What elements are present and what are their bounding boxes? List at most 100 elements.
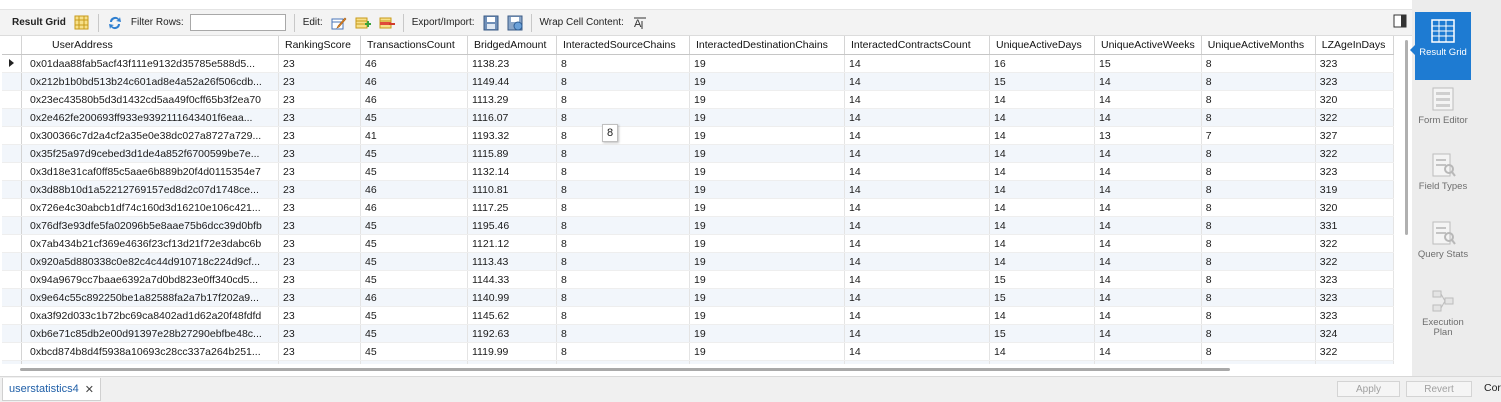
cell-bridgedamount[interactable]: 1121.12 [467,234,557,253]
cell-lzageindays[interactable]: 320 [1315,198,1394,217]
row-indicator[interactable] [2,324,22,343]
cell-interacteddestinationchains[interactable]: 19 [689,180,845,199]
cell-interacteddestinationchains[interactable]: 19 [689,270,845,289]
table-row[interactable]: 0x3d18e31caf0ff85c5aae6b889b20f4d0115354… [2,162,1394,181]
cell-rankingscore[interactable]: 23 [278,198,361,217]
cell-useraddress[interactable]: 0x300366c7d2a4cf2a35e0e38dc027a8727a729.… [21,126,279,145]
cell-interactedcontractscount[interactable]: 14 [844,108,990,127]
cell-interactedcontractscount[interactable]: 14 [844,162,990,181]
cell-transactionscount[interactable]: 45 [360,306,468,325]
cell-uniqueactiveweeks[interactable]: 14 [1094,306,1202,325]
table-row[interactable]: 0x94a9679cc7baae6392a7d0bd823e0ff340cd5.… [2,270,1394,289]
cell-interactedsourcechains[interactable]: 8 [556,90,690,109]
cell-transactionscount[interactable]: 45 [360,234,468,253]
apply-button[interactable]: Apply [1337,381,1400,397]
cell-interactedsourcechains[interactable]: 8 [556,342,690,361]
cell-uniqueactivedays[interactable]: 14 [989,108,1095,127]
cell-rankingscore[interactable]: 23 [278,360,361,364]
cell-transactionscount[interactable]: 46 [360,288,468,307]
cell-interactedcontractscount[interactable]: 14 [844,288,990,307]
cell-rankingscore[interactable]: 23 [278,216,361,235]
column-header-useraddress[interactable]: UserAddress [21,36,279,55]
vertical-scrollbar-thumb[interactable] [1405,40,1408,235]
cell-lzageindays[interactable]: 322 [1315,234,1394,253]
cell-uniqueactiveweeks[interactable]: 14 [1094,216,1202,235]
cell-lzageindays[interactable]: 319 [1315,180,1394,199]
row-indicator[interactable] [2,342,22,361]
cell-uniqueactivemonths[interactable]: 8 [1201,288,1316,307]
cell-transactionscount[interactable]: 45 [360,144,468,163]
cell-interactedcontractscount[interactable]: 14 [844,198,990,217]
table-row[interactable]: 0x300366c7d2a4cf2a35e0e38dc027a8727a729.… [2,126,1394,145]
cell-useraddress[interactable]: 0xc1c5d1aa838e180ae4a9badc8bc7844bf2b11.… [21,360,279,364]
cell-uniqueactiveweeks[interactable]: 13 [1094,126,1202,145]
cell-uniqueactivedays[interactable]: 14 [989,198,1095,217]
cell-uniqueactivemonths[interactable]: 8 [1201,72,1316,91]
cell-uniqueactivemonths[interactable]: 8 [1201,198,1316,217]
cell-interactedcontractscount[interactable]: 14 [844,72,990,91]
column-header-lzageindays[interactable]: LZAgeInDays [1315,36,1394,55]
cell-transactionscount[interactable]: 45 [360,252,468,271]
edit-row-icon[interactable] [330,14,348,32]
table-row[interactable]: 0xa3f92d033c1b72bc69ca8402ad1d62a20f48fd… [2,306,1394,325]
cell-useraddress[interactable]: 0x212b1b0bd513b24c601ad8e4a52a26f506cdb.… [21,72,279,91]
cell-uniqueactivedays[interactable]: 14 [989,252,1095,271]
cell-lzageindays[interactable]: 331 [1315,216,1394,235]
cell-useraddress[interactable]: 0x726e4c30abcb1df74c160d3d16210e106c421.… [21,198,279,217]
cell-interactedsourcechains[interactable]: 8 [556,234,690,253]
cell-uniqueactiveweeks[interactable]: 14 [1094,180,1202,199]
cell-interacteddestinationchains[interactable]: 19 [689,252,845,271]
cell-interactedsourcechains[interactable]: 8 [556,108,690,127]
cell-interacteddestinationchains[interactable]: 19 [689,306,845,325]
cell-transactionscount[interactable]: 46 [360,72,468,91]
cell-uniqueactiveweeks[interactable]: 14 [1094,270,1202,289]
cell-uniqueactivemonths[interactable]: 8 [1201,252,1316,271]
cell-uniqueactivemonths[interactable]: 8 [1201,270,1316,289]
cell-interacteddestinationchains[interactable]: 19 [689,234,845,253]
cell-rankingscore[interactable]: 23 [278,180,361,199]
column-header-bridgedamount[interactable]: BridgedAmount [467,36,557,55]
cell-uniqueactivedays[interactable]: 15 [989,324,1095,343]
delete-row-icon[interactable] [378,14,396,32]
cell-uniqueactivemonths[interactable]: 8 [1201,234,1316,253]
cell-useraddress[interactable]: 0xb6e71c85db2e00d91397e28b27290ebfbe48c.… [21,324,279,343]
cell-uniqueactiveweeks[interactable]: 14 [1094,252,1202,271]
column-header-uniqueactiveweeks[interactable]: UniqueActiveWeeks [1094,36,1202,55]
cell-uniqueactivemonths[interactable]: 8 [1201,144,1316,163]
cell-interactedsourcechains[interactable]: 8 [556,306,690,325]
cell-uniqueactiveweeks[interactable]: 15 [1094,54,1202,73]
cell-interactedcontractscount[interactable]: 14 [844,342,990,361]
export-icon[interactable] [482,14,500,32]
cell-useraddress[interactable]: 0x920a5d880338c0e82c4c44d910718c224d9cf.… [21,252,279,271]
cell-rankingscore[interactable]: 23 [278,72,361,91]
cell-uniqueactivemonths[interactable]: 8 [1201,342,1316,361]
toggle-side-panel-icon[interactable] [1393,14,1407,28]
cell-rankingscore[interactable]: 23 [278,126,361,145]
cell-interacteddestinationchains[interactable]: 19 [689,90,845,109]
column-header-interactedcontractscount[interactable]: InteractedContractsCount [844,36,990,55]
cell-interacteddestinationchains[interactable]: 19 [689,144,845,163]
cell-bridgedamount[interactable]: 1193.32 [467,126,557,145]
cell-uniqueactivemonths[interactable]: 7 [1201,126,1316,145]
cell-interactedcontractscount[interactable]: 14 [844,270,990,289]
table-row[interactable]: 0x01daa88fab5acf43f111e9132d35785e588d5.… [2,54,1394,73]
cell-transactionscount[interactable]: 45 [360,216,468,235]
cell-transactionscount[interactable]: 45 [360,342,468,361]
cell-interacteddestinationchains[interactable]: 19 [689,108,845,127]
row-indicator[interactable] [2,108,22,127]
cell-uniqueactivemonths[interactable]: 8 [1201,324,1316,343]
revert-button[interactable]: Revert [1406,381,1472,397]
table-row[interactable]: 0x76df3e93dfe5fa02096b5e8aae75b6dcc39d0b… [2,216,1394,235]
cell-bridgedamount[interactable]: 1195.46 [467,216,557,235]
cell-interactedsourcechains[interactable]: 8 [556,72,690,91]
cell-interactedcontractscount[interactable]: 14 [844,360,990,364]
cell-interactedsourcechains[interactable]: 8 [556,126,690,145]
cell-interactedsourcechains[interactable]: 8 [556,162,690,181]
column-header-interacteddestinationchains[interactable]: InteractedDestinationChains [689,36,845,55]
cell-lzageindays[interactable]: 327 [1315,360,1394,364]
table-row[interactable]: 0xb6e71c85db2e00d91397e28b27290ebfbe48c.… [2,324,1394,343]
sidebar-item-result-grid[interactable]: Result Grid [1410,12,1471,80]
cell-uniqueactiveweeks[interactable]: 14 [1094,144,1202,163]
cell-bridgedamount[interactable]: 1132.14 [467,162,557,181]
cell-transactionscount[interactable]: 45 [360,324,468,343]
